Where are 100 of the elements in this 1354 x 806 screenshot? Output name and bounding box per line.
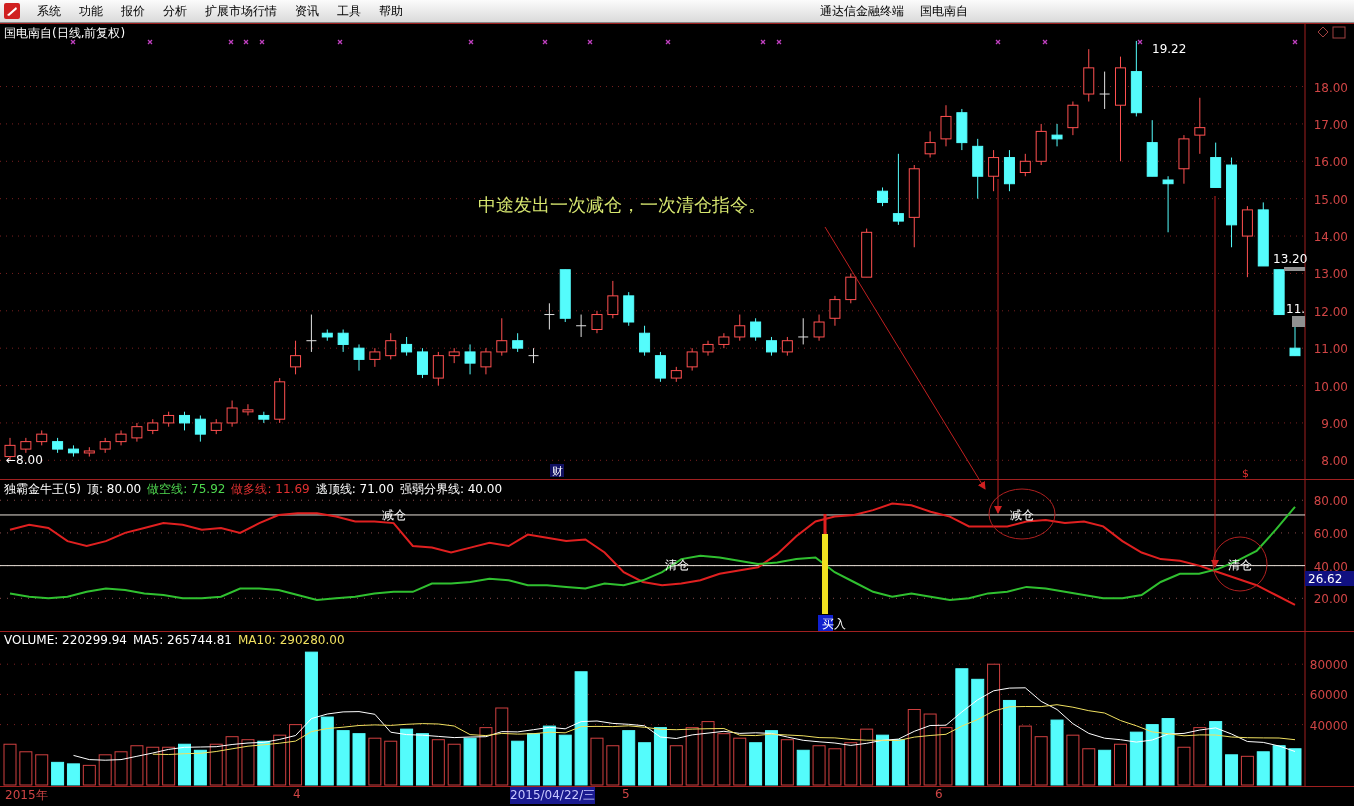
bar (1272, 745, 1286, 786)
event-marker-icon[interactable] (665, 39, 671, 45)
bar (431, 739, 445, 786)
bar (1113, 743, 1127, 786)
dividend-event-label[interactable]: $ (1242, 467, 1249, 479)
menu-item[interactable]: 分析 (154, 2, 196, 20)
bar (273, 734, 287, 786)
bar (51, 761, 65, 786)
event-marker-icon[interactable] (776, 39, 782, 45)
date-axis-label: 5 (622, 787, 630, 801)
bar (1082, 748, 1096, 786)
candlestick (432, 351, 444, 387)
event-marker-icon[interactable] (760, 39, 766, 45)
bar (130, 745, 144, 786)
candlestick (512, 332, 524, 353)
bar (1034, 736, 1048, 786)
bar (606, 745, 620, 786)
event-marker-icon[interactable] (259, 39, 265, 45)
indicator-axis-label: 40.00 (1313, 559, 1348, 574)
panel-mode-icon[interactable] (1317, 26, 1329, 38)
low-price-label: ←8.00 (6, 453, 43, 467)
bar (1288, 748, 1302, 786)
bar (590, 737, 604, 786)
menu-item[interactable]: 功能 (70, 2, 112, 20)
price-label: 13.20 (1273, 252, 1308, 266)
candlestick (781, 336, 793, 357)
bar (3, 743, 17, 786)
price-axis-label: 11.00 (1313, 342, 1348, 357)
event-marker-icon[interactable] (587, 39, 593, 45)
bar (1018, 725, 1032, 786)
bar (860, 728, 874, 786)
volume-axis-label: 60000 (1309, 688, 1348, 703)
price-axis-label: 10.00 (1313, 379, 1348, 394)
candlestick (369, 347, 381, 368)
candlestick (353, 343, 365, 372)
current-value-tag: 26.62 (1305, 571, 1354, 586)
candlestick (337, 328, 349, 353)
date-axis-label: 2015/04/22/三 (510, 787, 596, 804)
event-marker-icon[interactable] (1042, 39, 1048, 45)
candlestick (305, 314, 317, 353)
event-marker-icon[interactable] (468, 39, 474, 45)
bar (780, 739, 794, 786)
signal-label: 减仓 (382, 508, 406, 522)
price-level-marker (1284, 267, 1305, 271)
price-axis-label: 12.00 (1313, 304, 1348, 319)
bar (1256, 751, 1270, 786)
bar (1240, 755, 1254, 786)
candlestick (1019, 153, 1031, 177)
app-title: 通达信金融终端 (820, 2, 904, 20)
candlestick (686, 347, 698, 372)
price-axis-label: 18.00 (1313, 80, 1348, 95)
event-marker-icon[interactable] (1292, 39, 1298, 45)
event-marker-icon[interactable] (542, 39, 548, 45)
bar (384, 740, 398, 786)
menu-item[interactable]: 扩展市场行情 (196, 2, 286, 20)
bar (368, 737, 382, 786)
event-marker-icon[interactable] (995, 39, 1001, 45)
price-level-marker (1292, 316, 1305, 327)
bar (717, 733, 731, 786)
bar (891, 739, 905, 786)
event-marker-icon[interactable] (147, 39, 153, 45)
menu-item[interactable]: 帮助 (370, 2, 412, 20)
indicator-axis-label: 60.00 (1313, 526, 1348, 541)
menu-item[interactable]: 资讯 (286, 2, 328, 20)
candlestick (591, 310, 603, 334)
event-marker-icon[interactable] (70, 39, 76, 45)
event-marker-icon[interactable] (337, 39, 343, 45)
bar (447, 743, 461, 786)
menu-item[interactable]: 系统 (28, 2, 70, 20)
bar (336, 730, 350, 786)
candlestick (131, 422, 143, 443)
candlestick (480, 347, 492, 375)
volume-axis-label: 80000 (1309, 658, 1348, 673)
indicator-legend-item: 逃顶线: 71.00 (315, 481, 394, 498)
candlestick (1289, 325, 1301, 357)
candlestick (416, 347, 428, 379)
candlestick (607, 280, 619, 319)
volume-axis-label: 40000 (1309, 718, 1348, 733)
bar (19, 751, 33, 786)
menu-item[interactable]: 报价 (112, 2, 154, 20)
event-marker-icon[interactable] (243, 39, 249, 45)
highlight-circle (1212, 536, 1268, 592)
finance-event-tag[interactable]: 财 (550, 464, 564, 478)
bar (987, 663, 1001, 786)
chart-title: 国电南自(日线,前复权) (4, 25, 126, 42)
bar (1098, 749, 1112, 786)
bar (701, 721, 715, 786)
highlight-circle (988, 488, 1056, 540)
event-marker-icon[interactable] (1137, 39, 1143, 45)
bar (812, 745, 826, 786)
candlestick (797, 317, 809, 345)
menu-item[interactable]: 工具 (328, 2, 370, 20)
bar (923, 713, 937, 786)
bar (558, 734, 572, 786)
bar (542, 725, 556, 786)
event-marker-icon[interactable] (228, 39, 234, 45)
high-price-label: 19.22 (1152, 42, 1187, 56)
bar (1225, 754, 1239, 786)
bar (82, 764, 96, 786)
indicator-legend-item: 做空线: 75.92 (147, 481, 226, 498)
